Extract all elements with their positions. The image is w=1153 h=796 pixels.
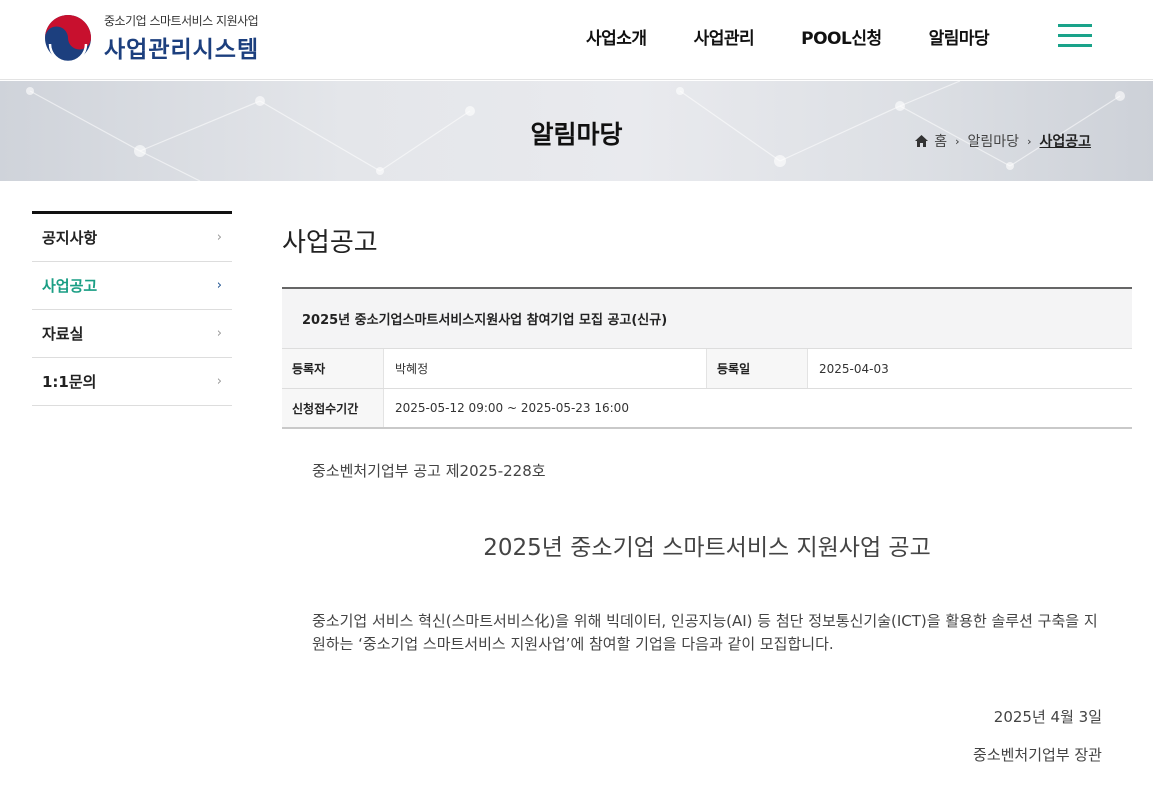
post-title: 2025년 중소기업스마트서비스지원사업 참여기업 모집 공고(신규) [282,289,1132,349]
chevron-right-icon: › [216,230,222,245]
breadcrumb-current[interactable]: 사업공고 [1039,131,1091,151]
chevron-right-icon: › [216,374,222,389]
sidebar-item-label: 사업공고 [42,277,98,295]
breadcrumb: 홈 › 알림마당 › 사업공고 [915,131,1091,151]
sub-visual-banner: 알림마당 홈 › 알림마당 › 사업공고 [0,81,1153,181]
logo-title: 사업관리시스템 [104,37,260,63]
site-header: 중소기업 스마트서비스 지원사업 사업관리시스템 사업소개 사업관리 POOL신… [0,0,1153,80]
date-value: 2025-04-03 [819,361,889,376]
nav-item-business-intro[interactable]: 사업소개 [586,24,647,49]
announcement-number: 중소벤처기업부 공고 제2025-228호 [312,462,546,480]
hamburger-menu-button[interactable] [1058,24,1092,48]
chevron-right-icon: › [216,278,222,293]
sidebar-item-label: 1:1문의 [42,373,97,391]
hamburger-icon [1058,24,1092,27]
announcement-date: 2025년 4월 3일 [993,708,1102,726]
nav-item-pool-apply[interactable]: POOL신청 [801,24,882,49]
sidebar-item-label: 자료실 [42,325,84,343]
nav-item-business-management[interactable]: 사업관리 [694,24,755,49]
period-label: 신청접수기간 [282,389,384,427]
author-label: 등록자 [282,349,384,388]
announcement-signature: 중소벤처기업부 장관 [973,746,1102,764]
period-value: 2025-05-12 09:00 ~ 2025-05-23 16:00 [395,401,629,415]
sidebar-item-notices[interactable]: 공지사항 › [32,214,232,262]
home-icon[interactable] [915,135,929,147]
main-nav: 사업소개 사업관리 POOL신청 알림마당 [586,24,1036,49]
sidebar-item-resources[interactable]: 자료실 › [32,310,232,358]
breadcrumb-section[interactable]: 알림마당 [968,131,1020,151]
post-period-row: 신청접수기간 2025-05-12 09:00 ~ 2025-05-23 16:… [282,389,1132,429]
announcement-heading: 2025년 중소기업 스마트서비스 지원사업 공고 [483,535,931,561]
sidebar-item-business-announcements[interactable]: 사업공고 › [32,262,232,310]
announcement-body: 중소기업 서비스 혁신(스마트서비스化)을 위해 빅데이터, 인공지능(AI) … [312,612,1098,653]
breadcrumb-home[interactable]: 홈 [934,131,947,151]
taegeuk-logo-icon [45,15,91,62]
sidebar-nav: 공지사항 › 사업공고 › 자료실 › 1:1문의 › [32,211,232,406]
date-label: 등록일 [706,349,808,388]
post-meta-row: 등록자 박혜정 등록일 2025-04-03 [282,349,1132,389]
chevron-right-icon: › [216,326,222,341]
page-title: 사업공고 [282,228,378,258]
post-detail-table: 2025년 중소기업스마트서비스지원사업 참여기업 모집 공고(신규) 등록자 … [282,287,1132,429]
author-value: 박혜정 [395,362,429,376]
chevron-right-icon: › [1027,134,1032,148]
chevron-right-icon: › [955,134,960,148]
sidebar-item-label: 공지사항 [42,229,98,247]
sidebar-item-inquiry[interactable]: 1:1문의 › [32,358,232,406]
nav-item-notice-board[interactable]: 알림마당 [929,24,990,49]
logo-subtitle: 중소기업 스마트서비스 지원사업 [104,14,259,28]
site-logo[interactable]: 중소기업 스마트서비스 지원사업 사업관리시스템 [44,12,259,64]
